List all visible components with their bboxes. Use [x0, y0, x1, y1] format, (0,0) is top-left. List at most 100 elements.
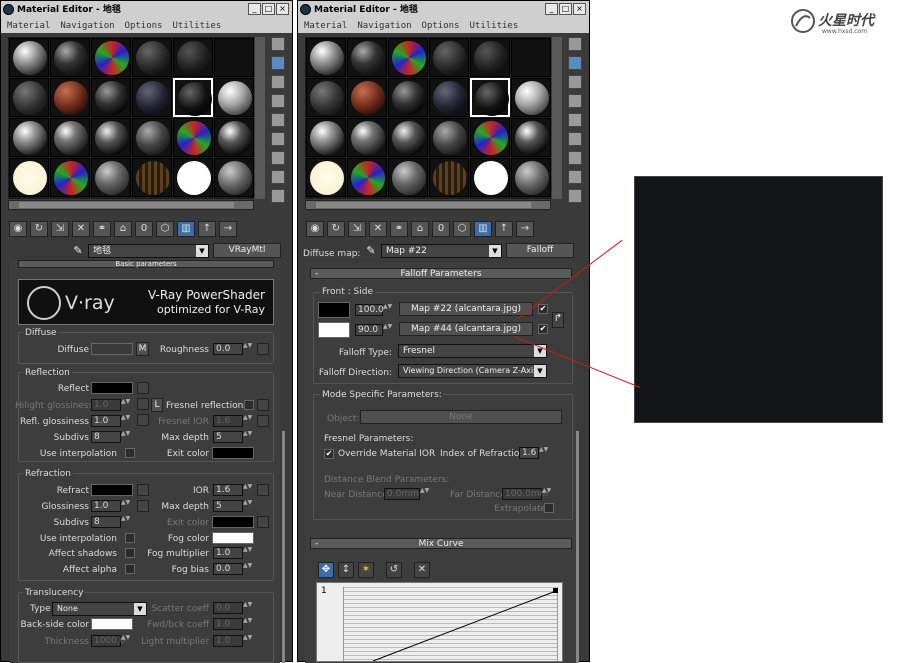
chevron-down-icon[interactable]: ▼ [489, 245, 501, 257]
refract-map-slot[interactable] [137, 484, 149, 496]
sample-slot[interactable] [306, 158, 346, 197]
move-icon[interactable]: ✥ [318, 562, 334, 578]
options-icon[interactable] [271, 151, 285, 165]
material-type-button[interactable]: VRayMtl [213, 243, 281, 258]
pick-material-icon[interactable]: ✎ [71, 244, 85, 258]
show-map-icon[interactable]: ⬡ [156, 221, 174, 237]
get-material-icon[interactable]: ◉ [9, 221, 27, 237]
refr-exit-color-map-slot[interactable] [257, 516, 269, 528]
sample-slot[interactable] [388, 38, 428, 77]
assign-to-selection-icon[interactable]: ⇲ [348, 221, 366, 237]
map-type-button[interactable]: Falloff [506, 243, 574, 258]
menu-material[interactable]: Material [7, 19, 50, 33]
sample-slot[interactable] [347, 118, 387, 157]
sample-slot[interactable] [429, 118, 469, 157]
sample-slot[interactable] [9, 158, 49, 197]
chevron-down-icon[interactable]: ▼ [534, 365, 546, 377]
sample-slot[interactable] [306, 78, 346, 117]
object-picker-button[interactable]: None [360, 410, 562, 424]
sample-slot[interactable] [132, 158, 172, 197]
refr-max-depth-spinner[interactable]: 5 ▲▼ [213, 500, 252, 512]
chevron-down-icon[interactable]: ▼ [196, 245, 208, 257]
sample-slot[interactable] [306, 118, 346, 157]
hilight-glossiness-spinner[interactable]: 1.0 ▲▼ [91, 399, 130, 411]
menu-navigation[interactable]: Navigation [357, 19, 411, 33]
put-to-scene-icon[interactable]: ↻ [30, 221, 48, 237]
put-to-library-icon[interactable]: ⌂ [411, 221, 429, 237]
menu-navigation[interactable]: Navigation [60, 19, 114, 33]
sample-slot[interactable] [9, 78, 49, 117]
hilight-lock-button[interactable]: L [151, 398, 163, 412]
sample-slot[interactable] [470, 158, 510, 197]
side-map-checkbox[interactable]: ✔ [538, 324, 548, 334]
sample-type-icon[interactable] [568, 37, 582, 51]
sample-slot[interactable] [91, 118, 131, 157]
sample-slot[interactable] [214, 78, 254, 117]
fwd-bck-coeff-spinner[interactable]: 1.0 ▲▼ [213, 618, 252, 630]
roughness-spinner[interactable]: 0.0 ▲▼ [213, 343, 252, 355]
minimize-button[interactable]: _ [248, 3, 261, 15]
reset-map-icon[interactable]: ✕ [72, 221, 90, 237]
sample-slot[interactable] [470, 38, 510, 77]
fog-bias-spinner[interactable]: 0.0 ▲▼ [213, 563, 252, 575]
sample-slot[interactable] [132, 78, 172, 117]
sample-slot[interactable] [173, 38, 213, 77]
background-icon[interactable] [271, 75, 285, 89]
put-to-scene-icon[interactable]: ↻ [327, 221, 345, 237]
sample-slot[interactable] [306, 38, 346, 77]
sample-slot[interactable] [470, 78, 510, 117]
get-material-icon[interactable]: ◉ [306, 221, 324, 237]
mix-curve-graph[interactable]: 1 [316, 582, 563, 662]
sample-slot[interactable] [429, 158, 469, 197]
fresnel-ior-map-slot[interactable] [257, 415, 269, 427]
chevron-down-icon[interactable]: ▼ [134, 603, 146, 615]
mix-curve-scrollbar[interactable] [576, 431, 579, 663]
basic-parameters-rollout[interactable]: Basic parameters [18, 260, 274, 268]
scale-point-icon[interactable]: ↕ [338, 562, 354, 578]
refr-subdivs-spinner[interactable]: 8 ▲▼ [91, 516, 130, 528]
menu-material[interactable]: Material [304, 19, 347, 33]
material-name-field[interactable]: 地毯 ▼ [88, 244, 209, 258]
pick-map-icon[interactable]: ✎ [364, 244, 378, 258]
title-bar[interactable]: Material Editor - 地毯 _ □ × [298, 1, 589, 19]
go-to-parent-icon[interactable]: ↑ [495, 221, 513, 237]
sample-slot[interactable] [173, 158, 213, 197]
minimize-button[interactable]: _ [545, 3, 558, 15]
sample-slot[interactable] [511, 78, 551, 117]
swap-colors-icon[interactable]: ↱ [552, 312, 564, 328]
diffuse-color-swatch[interactable] [91, 343, 133, 355]
fresnel-reflections-checkbox[interactable] [244, 400, 254, 410]
sample-slot[interactable] [173, 78, 213, 117]
slots-vertical-scrollbar[interactable] [552, 37, 562, 199]
make-unique-icon[interactable]: ⚭ [390, 221, 408, 237]
options-icon[interactable] [568, 151, 582, 165]
sample-slot[interactable] [9, 38, 49, 77]
sample-slot[interactable] [511, 38, 551, 77]
diffuse-map-button[interactable]: M [136, 342, 149, 356]
sample-slot[interactable] [388, 78, 428, 117]
sample-slot[interactable] [173, 118, 213, 157]
maximize-button[interactable]: □ [262, 3, 275, 15]
title-bar[interactable]: Material Editor - 地毯 _ □ × [1, 1, 292, 19]
sample-slot[interactable] [50, 158, 90, 197]
falloff-type-dropdown[interactable]: Fresnel ▼ [398, 344, 547, 358]
fresnel-map-slot[interactable] [257, 399, 269, 411]
sample-slot[interactable] [388, 118, 428, 157]
close-button[interactable]: × [276, 3, 289, 15]
maximize-button[interactable]: □ [559, 3, 572, 15]
slots-vertical-scrollbar[interactable] [255, 37, 265, 199]
select-by-material-icon[interactable] [568, 170, 582, 184]
reset-map-icon[interactable]: ✕ [369, 221, 387, 237]
fog-multiplier-spinner[interactable]: 1.0 ▲▼ [213, 547, 252, 559]
sample-uv-tiling-icon[interactable] [271, 94, 285, 108]
far-distance-spinner[interactable]: 100.0mm ▲▼ [502, 488, 551, 500]
refl-exit-color-swatch[interactable] [212, 447, 254, 459]
assign-to-selection-icon[interactable]: ⇲ [51, 221, 69, 237]
scatter-coeff-spinner[interactable]: 0.0 ▲▼ [213, 602, 252, 614]
sample-slot[interactable] [50, 118, 90, 157]
ior-spinner[interactable]: 1.6 ▲▼ [213, 484, 252, 496]
slots-horizontal-scrollbar[interactable] [305, 200, 551, 210]
show-map-icon[interactable]: ⬡ [453, 221, 471, 237]
refr-glossiness-map-slot[interactable] [137, 500, 149, 512]
material-navigator-icon[interactable] [271, 189, 285, 203]
